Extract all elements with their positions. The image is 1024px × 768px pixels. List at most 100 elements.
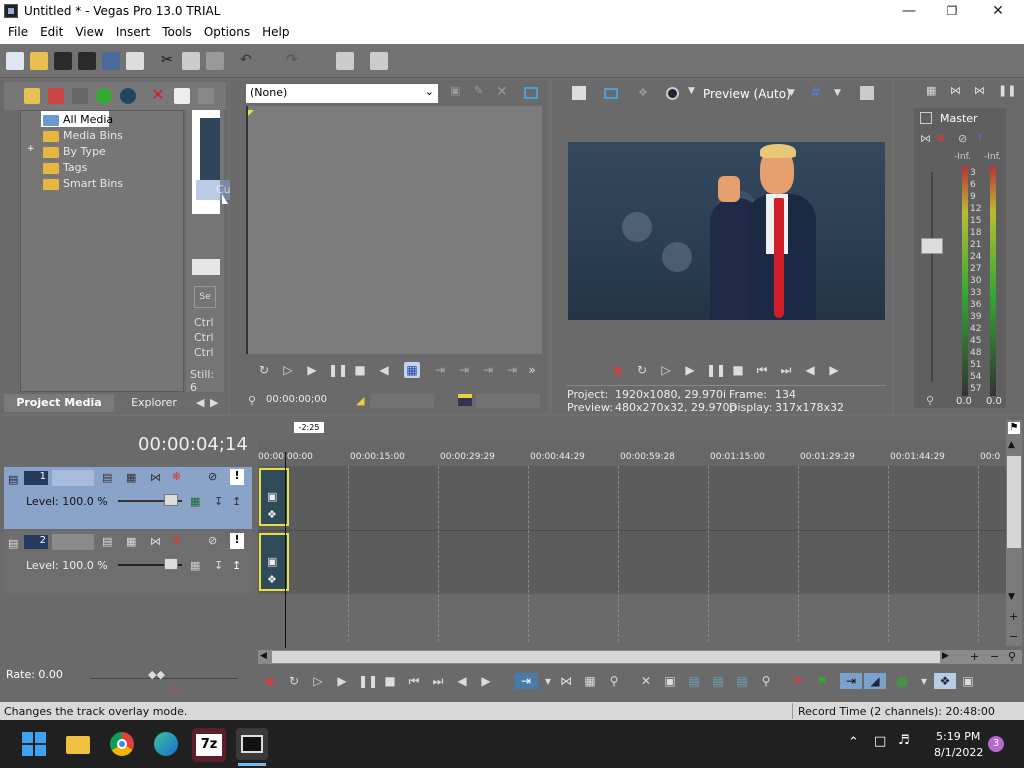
tab-scroll-right-icon[interactable]: ▶ (210, 396, 222, 410)
previous-frame-icon[interactable]: ◀ (454, 673, 470, 689)
scroll-up-icon[interactable]: ▲ (1008, 440, 1015, 450)
stop-icon[interactable]: ■ (730, 362, 746, 378)
go-to-start-icon[interactable]: ⏮ (754, 362, 770, 378)
open-icon[interactable] (30, 52, 48, 70)
chevron-down-icon[interactable]: ▼ (788, 88, 795, 98)
level-slider-handle[interactable] (164, 494, 178, 506)
move-up-icon[interactable]: ↥ (232, 559, 241, 572)
composite-mode-icon[interactable]: ⋈ (150, 471, 161, 484)
go-to-end-icon[interactable]: ⏭ (430, 673, 446, 689)
composite-mode-icon[interactable]: ⋈ (150, 535, 161, 548)
delete-icon[interactable]: ✕ (150, 87, 166, 103)
chrome-icon[interactable] (106, 728, 138, 760)
mute-icon[interactable]: ⊘ (208, 470, 217, 483)
overlay-mode-icon[interactable]: ▦ (404, 362, 420, 378)
edge-icon[interactable] (150, 728, 182, 760)
network-icon[interactable]: □ (874, 734, 886, 749)
capture-video-icon[interactable] (48, 88, 64, 104)
insert-marker-icon[interactable]: ⚑ (790, 673, 806, 689)
play-icon[interactable]: ▶ (334, 673, 350, 689)
copy-snapshot-icon[interactable] (860, 86, 874, 100)
track-collapse-icon[interactable]: ▤ (8, 537, 18, 550)
track-fx-icon[interactable]: ▦ (126, 471, 136, 484)
master-solo-icon[interactable]: ! (978, 132, 982, 145)
loop-icon[interactable]: ↻ (256, 362, 272, 378)
search-media-icon[interactable] (120, 88, 136, 104)
menu-insert[interactable]: Insert (110, 22, 156, 42)
solo-icon[interactable]: ! (230, 533, 244, 549)
close-button[interactable]: ✕ (983, 2, 1013, 20)
scroll-right-icon[interactable]: ▶ (942, 651, 949, 661)
media-properties-icon[interactable] (174, 88, 190, 104)
track-motion-icon[interactable]: ▤ (102, 535, 112, 548)
trim-tool-4-icon[interactable]: ⇥ (504, 362, 520, 378)
vertical-scrollbar[interactable]: ⚑ ▲ ▼ + − (1006, 420, 1022, 646)
pause-icon[interactable]: ❚❚ (358, 673, 378, 689)
previous-frame-icon[interactable]: ◀ (376, 362, 392, 378)
save-icon[interactable] (54, 52, 72, 70)
play-icon[interactable]: ▶ (304, 362, 320, 378)
mixer-dim-icon[interactable]: ⋈ (974, 84, 985, 97)
save-as-icon[interactable] (78, 52, 96, 70)
vertical-scroll-thumb[interactable] (1007, 456, 1021, 548)
zoom-in-icon[interactable]: + (1009, 610, 1018, 623)
h-zoom-out-icon[interactable]: − (990, 650, 999, 663)
mixer-properties-icon[interactable]: ▦ (926, 84, 936, 97)
whats-this-help-icon[interactable] (370, 52, 388, 70)
auto-crossfades-icon[interactable]: ▦ (894, 673, 910, 689)
menu-options[interactable]: Options (198, 22, 256, 42)
import-media-icon[interactable] (24, 88, 40, 104)
delete-icon[interactable]: ✕ (638, 673, 654, 689)
master-fader-handle[interactable] (921, 238, 943, 254)
mute-icon[interactable]: ⊘ (208, 534, 217, 547)
pause-icon[interactable]: ❚❚ (328, 362, 348, 378)
move-down-icon[interactable]: ↧ (214, 559, 223, 572)
chevron-down-icon[interactable]: ▼ (834, 88, 841, 98)
go-to-end-icon[interactable]: ⏭ (778, 362, 794, 378)
chevron-down-icon[interactable]: ▾ (916, 673, 932, 689)
expand-toggle[interactable]: + (27, 144, 37, 154)
track-collapse-icon[interactable]: ▤ (8, 473, 18, 486)
preview-quality-icon[interactable] (666, 87, 679, 100)
move-up-icon[interactable]: ↥ (232, 495, 241, 508)
mixer-meters-icon[interactable]: ❚❚ (998, 84, 1016, 97)
tree-item-by-type[interactable]: By Type (43, 144, 106, 160)
file-explorer-icon[interactable] (62, 728, 94, 760)
level-slider-handle[interactable] (164, 558, 178, 570)
media-thumbnail-2[interactable] (192, 259, 220, 275)
get-media-from-web-icon[interactable] (72, 88, 88, 104)
timeline-timecode[interactable]: 00:00:04;14 (138, 434, 248, 455)
tree-item-smart-bins[interactable]: Smart Bins (43, 176, 123, 192)
track-fx-icon[interactable]: ▦ (126, 535, 136, 548)
maximize-button[interactable]: ❐ (937, 2, 967, 20)
tray-chevron-icon[interactable]: ⌃ (848, 735, 859, 750)
trimmer-close-icon[interactable]: ✕ (496, 84, 508, 100)
minimize-button[interactable]: — (894, 2, 924, 20)
play-icon[interactable]: ▶ (682, 362, 698, 378)
next-frame-icon[interactable]: ▶ (478, 673, 494, 689)
trim-end-icon[interactable]: ▤ (710, 673, 726, 689)
master-fx-icon[interactable]: ❋ (936, 132, 945, 145)
track-fx-gear-icon[interactable]: ❋ (172, 470, 181, 483)
horizontal-scroll-thumb[interactable] (272, 651, 940, 663)
trimmer-view[interactable] (246, 106, 542, 354)
pause-icon[interactable]: ❚❚ (706, 362, 726, 378)
ignore-event-grouping-icon[interactable]: ❖ (934, 673, 956, 689)
track-name-field[interactable] (52, 534, 94, 550)
loop-icon[interactable]: ↻ (634, 362, 650, 378)
rate-slider-handle[interactable]: ◆◆ (148, 668, 165, 681)
record-icon[interactable]: ◉ (610, 362, 626, 378)
track-fx-gear-icon[interactable]: ❋ (172, 534, 181, 547)
trimmer-tool-2-icon[interactable]: ✎ (474, 84, 483, 97)
tree-item-tags[interactable]: Tags (43, 160, 87, 176)
clock-date[interactable]: 8/1/2022 (934, 746, 983, 759)
enable-snapping-icon[interactable] (336, 52, 354, 70)
auto-ripple-icon[interactable]: ⇥ (840, 673, 862, 689)
render-icon[interactable] (102, 52, 120, 70)
more-icon[interactable]: » (524, 362, 540, 378)
undo-icon[interactable]: ↶ (240, 52, 258, 70)
zoom-tool-icon[interactable]: ⚲ (1008, 650, 1016, 663)
horizontal-scrollbar[interactable]: ◀ ▶ + − ⚲ (258, 650, 1022, 664)
redo-icon[interactable]: ↷ (286, 52, 304, 70)
lock-icon[interactable]: ⚲ (926, 394, 934, 407)
